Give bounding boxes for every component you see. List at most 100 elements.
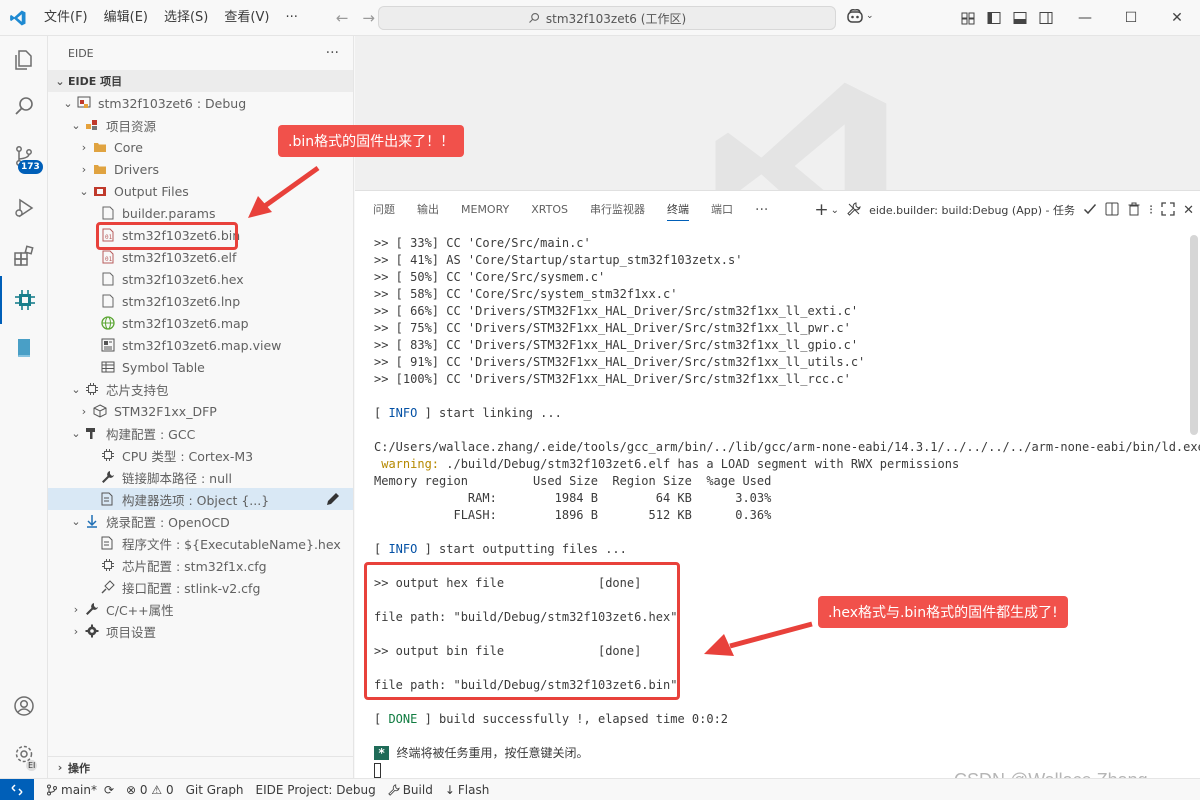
package-icon	[92, 403, 108, 419]
back-arrow-icon[interactable]: ←	[336, 9, 349, 27]
download-arrow-icon	[84, 513, 100, 529]
tree-item-builder-options[interactable]: 构建器选项 : Object {...}	[48, 488, 353, 510]
chevron-down-icon[interactable]: ⌄	[831, 205, 839, 216]
branch-status[interactable]: main* ⟳	[46, 783, 114, 797]
tab-memory[interactable]: MEMORY	[461, 191, 509, 229]
tree-item-label: 烧录配置 : OpenOCD	[106, 514, 230, 530]
tree-item-hex-file[interactable]: stm32f103zet6.hex	[48, 268, 353, 290]
split-terminal-icon[interactable]	[1105, 202, 1119, 219]
sidebar-more-button[interactable]: ···	[326, 45, 339, 61]
done-tag: DONE	[388, 712, 418, 726]
tree-item-cpp-properties[interactable]: › C/C++属性	[48, 598, 353, 620]
command-center-label: stm32f103zet6 (工作区)	[545, 11, 687, 26]
chevron-down-icon: ⌄	[71, 426, 81, 440]
title-bar: 文件(F) 编辑(E) 选择(S) 查看(V) ··· ← → stm32f10…	[0, 0, 1200, 36]
eide-chip-icon[interactable]	[0, 276, 48, 324]
terminal-prompt-line: * 终端将被任务重用，按任意键关闭。	[374, 745, 1194, 762]
tree-item-label: stm32f103zet6.lnp	[122, 293, 241, 309]
tab-terminal[interactable]: 终端	[667, 191, 689, 229]
explorer-icon[interactable]	[0, 36, 48, 84]
menu-file[interactable]: 文件(F)	[36, 0, 96, 36]
sync-icon[interactable]: ⟳	[104, 783, 114, 797]
tree-item-linker-script[interactable]: 链接脚本路径 : null	[48, 466, 353, 488]
vscode-logo-icon	[0, 0, 36, 36]
maximize-panel-icon[interactable]	[1161, 201, 1175, 219]
plug-icon	[100, 579, 116, 595]
toggle-primary-sidebar-icon[interactable]	[986, 10, 1002, 26]
tree-item-interface-config[interactable]: 接口配置 : stlink-v2.cfg	[48, 576, 353, 598]
tree-item-cpu-type[interactable]: CPU 类型 : Cortex-M3	[48, 444, 353, 466]
tab-output[interactable]: 输出	[417, 191, 439, 229]
chevron-down-icon: ⌄	[79, 184, 89, 198]
terminal-scrollbar[interactable]	[1190, 235, 1198, 435]
toggle-panel-icon[interactable]	[1012, 10, 1028, 26]
layout-customize-icon[interactable]	[960, 10, 976, 26]
map-view-icon	[100, 337, 116, 353]
remote-icon[interactable]	[0, 778, 34, 800]
menu-selection[interactable]: 选择(S)	[156, 0, 216, 36]
extensions-icon[interactable]	[0, 232, 48, 280]
tree-item-symbol-table[interactable]: Symbol Table	[48, 356, 353, 378]
tree-item-map-file[interactable]: stm32f103zet6.map	[48, 312, 353, 334]
wrench-icon	[84, 601, 100, 617]
tab-serial-monitor[interactable]: 串行监视器	[590, 191, 645, 229]
panel-more-tabs[interactable]: ···	[755, 191, 768, 229]
maximize-icon[interactable]: ☐	[1108, 0, 1154, 36]
globe-icon	[100, 315, 116, 331]
add-terminal-icon[interactable]: +	[814, 200, 828, 220]
pencil-icon[interactable]	[325, 491, 341, 510]
chevron-down-icon: ⌄	[55, 74, 65, 88]
menu-more[interactable]: ···	[277, 0, 305, 36]
chevron-down-icon: ⌄	[71, 382, 81, 396]
menu-view[interactable]: 查看(V)	[216, 0, 277, 36]
tree-item-dfp[interactable]: › STM32F1xx_DFP	[48, 400, 353, 422]
panel-actions-more[interactable]: ⁝	[1149, 203, 1153, 218]
task-terminal-label[interactable]: eide.builder: build:Debug (App) - 任务	[869, 202, 1075, 218]
info-tag: INFO	[388, 542, 418, 556]
eide-project-status[interactable]: EIDE Project: Debug	[256, 783, 376, 797]
tree-item-lnp-file[interactable]: stm32f103zet6.lnp	[48, 290, 353, 312]
chevron-right-icon: ›	[73, 602, 79, 616]
account-icon[interactable]	[0, 682, 48, 730]
run-debug-icon[interactable]	[0, 184, 48, 232]
trash-icon[interactable]	[1127, 202, 1141, 219]
menu-edit[interactable]: 编辑(E)	[96, 0, 156, 36]
tree-item-flash-config[interactable]: ⌄ 烧录配置 : OpenOCD	[48, 510, 353, 532]
hammer-icon	[84, 425, 100, 441]
close-panel-icon[interactable]: ✕	[1183, 203, 1194, 218]
actions-section[interactable]: › 操作	[48, 756, 354, 778]
tab-ports[interactable]: 端口	[711, 191, 733, 229]
git-graph-button[interactable]: Git Graph	[186, 783, 244, 797]
binary-file-icon: 01	[100, 249, 116, 265]
command-center-search[interactable]: stm32f103zet6 (工作区)	[378, 6, 836, 30]
account-badge: EI	[26, 760, 38, 771]
book-icon[interactable]	[0, 324, 48, 372]
flash-button[interactable]: ↓ Flash	[445, 783, 490, 797]
terminal-line-warning: warning: ./build/Debug/stm32f103zet6.elf…	[374, 456, 1194, 473]
tree-item-map-view[interactable]: stm32f103zet6.map.view	[48, 334, 353, 356]
tree-item-chip-config[interactable]: 芯片配置 : stm32f1x.cfg	[48, 554, 353, 576]
tree-item-program-file[interactable]: 程序文件 : ${ExecutableName}.hex	[48, 532, 353, 554]
search-icon[interactable]	[0, 82, 48, 130]
manage-gear-icon[interactable]: EI	[0, 730, 48, 778]
eide-project-section[interactable]: ⌄ EIDE 项目	[48, 70, 353, 92]
memory-header: Memory region Used Size Region Size %age…	[374, 474, 772, 488]
close-icon[interactable]: ✕	[1154, 0, 1200, 36]
tab-xrtos[interactable]: XRTOS	[531, 191, 568, 229]
toggle-secondary-sidebar-icon[interactable]	[1038, 10, 1054, 26]
tree-item-build-config[interactable]: ⌄ 构建配置 : GCC	[48, 422, 353, 444]
gear-icon	[84, 623, 100, 639]
tree-item-label: CPU 类型 : Cortex-M3	[122, 448, 254, 464]
tree-item-label: 芯片配置 : stm32f1x.cfg	[122, 558, 267, 574]
problems-status[interactable]: ⊗ 0 ⚠ 0	[126, 783, 174, 797]
source-control-icon[interactable]: 173	[0, 132, 48, 180]
minimize-icon[interactable]: —	[1062, 0, 1108, 36]
forward-arrow-icon[interactable]: →	[362, 9, 375, 27]
tab-problems[interactable]: 问题	[373, 191, 395, 229]
terminal-line-done: [ DONE ] build successfully !, elapsed t…	[374, 712, 729, 726]
build-button[interactable]: Build	[387, 783, 433, 797]
copilot-button[interactable]: ⌄	[846, 8, 874, 24]
tree-item-project[interactable]: ⌄ stm32f103zet6 : Debug	[48, 92, 353, 114]
tree-item-chip-support[interactable]: ⌄ 芯片支持包	[48, 378, 353, 400]
tree-item-project-settings[interactable]: › 项目设置	[48, 620, 353, 642]
